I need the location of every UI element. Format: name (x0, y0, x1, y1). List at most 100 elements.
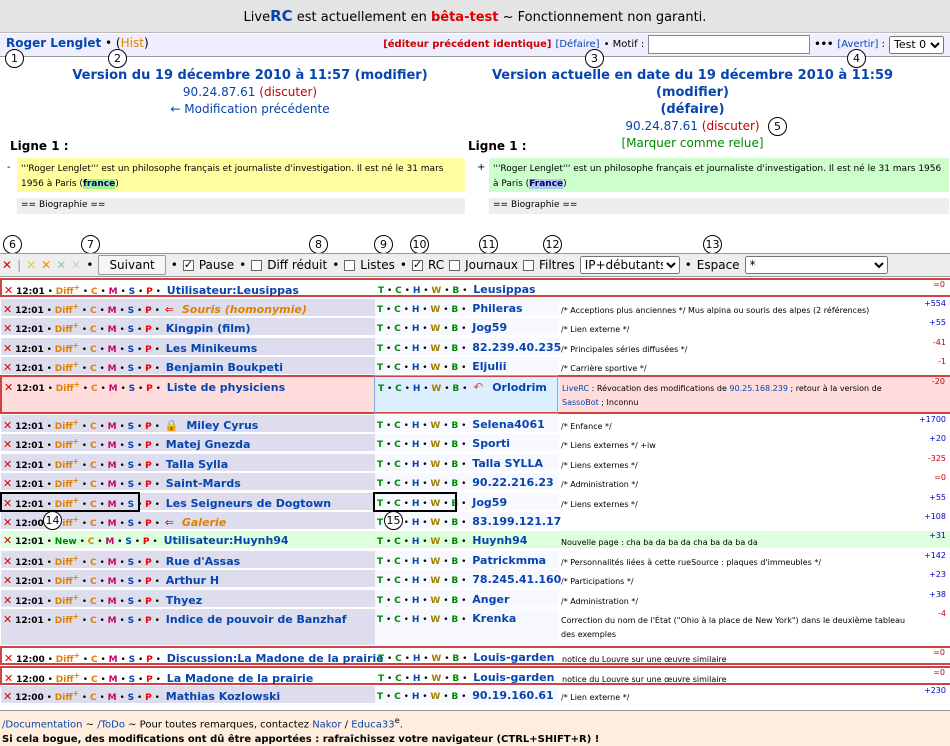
page-link[interactable]: Utilisateur:Huynh94 (164, 534, 289, 547)
link-c[interactable]: C (91, 287, 98, 297)
diff-plus-link[interactable]: + (73, 612, 79, 621)
link-s[interactable]: S (128, 577, 134, 587)
user-link[interactable]: 83.199.121.17 (472, 515, 561, 528)
user-link[interactable]: Louis-garden (473, 671, 554, 684)
dismiss-icon[interactable]: ✕ (3, 690, 12, 703)
dismiss-icon[interactable]: ✕ (3, 303, 12, 316)
link-s[interactable]: S (128, 616, 134, 626)
dismiss-icon[interactable]: ✕ (3, 574, 12, 587)
diff-plus-link[interactable]: + (73, 515, 79, 524)
rc-checkbox[interactable] (411, 258, 423, 271)
diff-link[interactable]: Diff (55, 306, 73, 316)
link-contrib[interactable]: C (394, 421, 401, 431)
link-contrib[interactable]: C (395, 674, 402, 684)
link-w[interactable]: W (430, 615, 440, 625)
page-link[interactable]: Kingpin (film) (166, 322, 251, 335)
user-link[interactable]: Talla SYLLA (472, 457, 543, 470)
link-w[interactable]: W (430, 518, 440, 528)
diff-plus-link[interactable]: + (73, 554, 79, 563)
link-m[interactable]: M (108, 345, 117, 355)
diff-link[interactable]: Diff (55, 577, 73, 587)
link-c[interactable]: C (90, 461, 97, 471)
link-s[interactable]: S (128, 325, 134, 335)
todo-link[interactable]: /ToDo (97, 719, 125, 730)
link-m[interactable]: M (108, 693, 117, 703)
link-b[interactable]: B (451, 324, 458, 334)
user-link[interactable]: 90.19.160.61 (472, 689, 553, 702)
link-c[interactable]: C (90, 364, 97, 374)
link-b[interactable]: B (451, 615, 458, 625)
educa-link[interactable]: Educa33 (351, 719, 394, 730)
link-c[interactable]: C (90, 325, 97, 335)
page-link[interactable]: Matej Gnezda (166, 438, 251, 451)
new-link[interactable]: New (55, 537, 77, 547)
link-c[interactable]: C (90, 577, 97, 587)
link-contrib[interactable]: C (394, 692, 401, 702)
link-b[interactable]: B (451, 440, 458, 450)
link-b[interactable]: B (451, 596, 458, 606)
link-m[interactable]: M (109, 287, 118, 297)
link-p[interactable]: P (146, 384, 153, 394)
link-t[interactable]: T (378, 674, 384, 684)
link-t[interactable]: T (377, 421, 383, 431)
dismiss-icon[interactable]: ✕ (4, 672, 13, 685)
link-w[interactable]: W (430, 576, 440, 586)
dismiss-icon[interactable]: ✕ (4, 381, 13, 394)
link-w[interactable]: W (430, 324, 440, 334)
link-p[interactable]: P (145, 441, 152, 451)
link-h[interactable]: H (412, 344, 420, 354)
link-b[interactable]: B (451, 479, 458, 489)
link-p[interactable]: P (146, 675, 153, 685)
link-s[interactable]: S (128, 693, 134, 703)
link-t[interactable]: T (377, 440, 383, 450)
dismiss-icon[interactable]: ✕ (4, 652, 13, 665)
link-b[interactable]: B (451, 692, 458, 702)
diff-plus-link[interactable]: + (73, 573, 79, 582)
diff-link[interactable]: Diff (55, 441, 73, 451)
diff-plus-link[interactable]: + (73, 341, 79, 350)
diff-link[interactable]: Diff (55, 461, 73, 471)
left-discuss[interactable]: (discuter) (259, 85, 317, 99)
link-s[interactable]: S (128, 480, 134, 490)
clear-all-icon[interactable]: ✕ (2, 258, 12, 272)
diff-plus-link[interactable]: + (73, 321, 79, 330)
user-link[interactable]: Huynh94 (472, 534, 527, 547)
dismiss-icon[interactable]: ✕ (3, 419, 12, 432)
pause-checkbox[interactable] (182, 258, 194, 271)
dismiss-icon[interactable]: ✕ (3, 594, 12, 607)
user-link[interactable]: Louis-garden (473, 651, 554, 664)
link-b[interactable]: B (451, 363, 458, 373)
link-m[interactable]: M (108, 461, 117, 471)
diff-plus-link[interactable]: + (73, 476, 79, 485)
link-w[interactable]: W (430, 596, 440, 606)
link-h[interactable]: H (412, 421, 420, 431)
user-link[interactable]: Krenka (472, 612, 516, 625)
page-link[interactable]: Talla Sylla (166, 458, 228, 471)
page-link[interactable]: Indice de pouvoir de Banzhaf (166, 613, 347, 626)
link-contrib[interactable]: C (394, 305, 401, 315)
link-c[interactable]: C (90, 597, 97, 607)
link-m[interactable]: M (108, 441, 117, 451)
dismiss-icon[interactable]: ✕ (3, 516, 12, 529)
link-w[interactable]: W (430, 440, 440, 450)
page-link[interactable]: Benjamin Boukpeti (166, 361, 283, 374)
diff-link[interactable]: Diff (55, 480, 73, 490)
link-h[interactable]: H (412, 324, 420, 334)
link-c[interactable]: C (91, 384, 98, 394)
link-c[interactable]: C (91, 655, 98, 665)
user-link[interactable]: Jog59 (472, 496, 507, 509)
link-b[interactable]: B (452, 654, 459, 664)
link-m[interactable]: M (108, 480, 117, 490)
right-version-title[interactable]: Version actuelle en date du 19 décembre … (470, 67, 915, 101)
filters-checkbox[interactable] (522, 259, 534, 271)
page-link[interactable]: Miley Cyrus (186, 419, 258, 432)
user-link[interactable]: 82.239.40.235 (472, 341, 561, 354)
link-m[interactable]: M (108, 325, 117, 335)
nakor-link[interactable]: Nakor (312, 719, 341, 730)
link-c[interactable]: C (90, 519, 97, 529)
link-w[interactable]: W (430, 363, 440, 373)
page-link[interactable]: Liste de physiciens (167, 381, 285, 394)
diff-link[interactable]: Diff (56, 655, 74, 665)
link-m[interactable]: M (108, 364, 117, 374)
link-h[interactable]: H (412, 460, 420, 470)
